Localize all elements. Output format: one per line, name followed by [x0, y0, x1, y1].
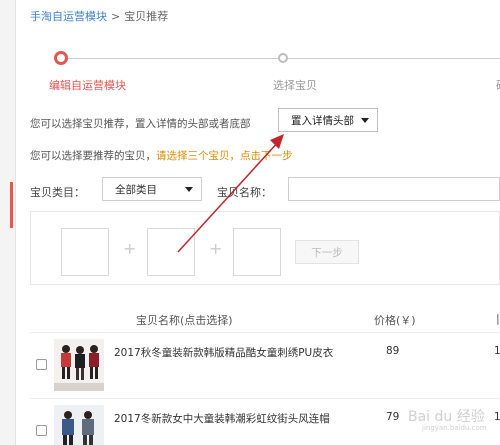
- breadcrumb-link-module[interactable]: 手淘自运营模块: [30, 10, 107, 23]
- header-extra: |: [496, 312, 500, 325]
- step-3-label: 确: [496, 77, 500, 93]
- breadcrumb-current: 宝贝推荐: [124, 10, 169, 23]
- selected-slot-2[interactable]: [147, 228, 195, 276]
- product-thumbnail[interactable]: [54, 405, 104, 445]
- row-checkbox[interactable]: [36, 425, 47, 436]
- category-select[interactable]: 全部类目: [102, 177, 202, 201]
- row-checkbox[interactable]: [36, 359, 47, 370]
- step-2-indicator: [278, 53, 288, 63]
- selection-hint-text: 您可以选择要推荐的宝贝，: [30, 150, 156, 162]
- header-name: 宝贝名称(点击选择): [136, 314, 233, 327]
- selected-slot-3[interactable]: [233, 228, 281, 276]
- dropdown-caret-icon: [361, 118, 369, 123]
- watermark-subtext: jingyan.baidu.com: [422, 424, 487, 432]
- product-extra: 1: [494, 411, 500, 423]
- name-search-input[interactable]: [288, 177, 500, 201]
- product-price: 89: [386, 345, 400, 357]
- left-sidebar-strip: [0, 0, 16, 445]
- watermark: Bai du 经验 jingyan.baidu.com: [380, 398, 490, 438]
- category-select-value: 全部类目: [115, 183, 157, 196]
- placement-select-value: 置入详情头部: [291, 114, 354, 127]
- selected-items-box: + + 下一步: [30, 211, 500, 285]
- product-extra: 14: [494, 345, 500, 357]
- selection-hint-emphasis: 请选择三个宝贝，点击下一步: [156, 150, 293, 162]
- product-title[interactable]: 2017秋冬童装新款韩版精品酷女童刺绣PU皮衣: [114, 345, 333, 360]
- next-step-button[interactable]: 下一步: [295, 240, 359, 264]
- selection-hint: 您可以选择要推荐的宝贝，请选择三个宝贝，点击下一步: [30, 148, 293, 163]
- product-thumbnail[interactable]: [54, 339, 104, 391]
- breadcrumb: 手淘自运营模块 > 宝贝推荐: [30, 8, 168, 24]
- header-price: 价格(￥): [374, 314, 416, 327]
- selected-slot-1[interactable]: [61, 228, 109, 276]
- active-nav-marker: [10, 182, 13, 228]
- placement-select[interactable]: 置入详情头部: [278, 108, 378, 132]
- product-photo-icon: [54, 339, 104, 391]
- product-title[interactable]: 2017冬新款女中大童装韩潮彩虹纹街头风连帽: [114, 411, 330, 426]
- step-1-indicator: [54, 51, 68, 65]
- step-1-label: 编辑自运营模块: [49, 79, 126, 92]
- plus-icon: +: [209, 239, 223, 258]
- plus-icon: +: [123, 239, 137, 258]
- dropdown-caret-icon: [185, 187, 193, 192]
- main-panel: 手淘自运营模块 >宝贝推荐 编辑自运营模块 选择宝贝 确 您可以选择宝贝推荐，置入…: [16, 0, 500, 445]
- watermark-text: Bai du 经验: [408, 409, 485, 425]
- table-header: 宝贝名称(点击选择) 价格(￥) |: [30, 306, 500, 330]
- name-label: 宝贝名称：: [217, 186, 272, 199]
- step-2-label: 选择宝贝: [273, 79, 317, 92]
- placement-hint: 您可以选择宝贝推荐，置入详情的头部或者底部: [30, 118, 251, 130]
- product-photo-icon: [54, 405, 104, 445]
- breadcrumb-separator: >: [111, 10, 121, 23]
- category-label: 宝贝类目：: [30, 186, 85, 199]
- table-row[interactable]: 2017秋冬童装新款韩版精品酷女童刺绣PU皮衣 89 14: [30, 332, 500, 396]
